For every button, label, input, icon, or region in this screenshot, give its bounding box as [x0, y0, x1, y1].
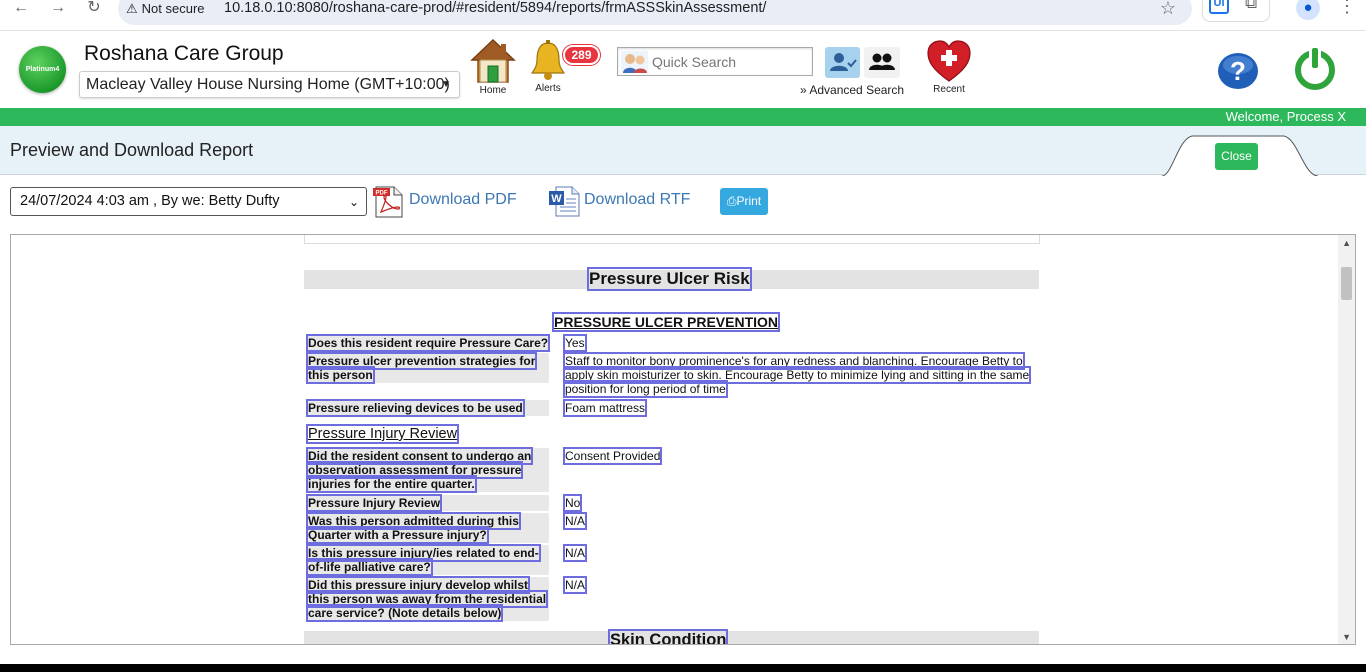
- address-bar[interactable]: ⚠ Not secure 10.18.0.10:8080/roshana-care…: [118, 0, 1192, 25]
- question-text: Pressure Injury Review: [305, 494, 443, 512]
- print-button[interactable]: ⎙Print: [720, 188, 768, 215]
- advanced-search-link[interactable]: » Advanced Search: [800, 83, 904, 97]
- answer-text: Consent Provided: [562, 447, 663, 465]
- help-icon[interactable]: ?: [1216, 47, 1260, 91]
- security-label: Not secure: [141, 1, 205, 16]
- facility-value: Macleay Valley House Nursing Home (GMT+1…: [86, 76, 450, 93]
- question-text: Pressure relieving devices to be used: [306, 399, 525, 417]
- security-indicator[interactable]: ⚠ Not secure: [126, 0, 205, 17]
- app-header: Platinum4 Roshana Care Group Macleay Val…: [0, 31, 1366, 108]
- question-text: Did the resident consent to undergo an: [305, 447, 534, 465]
- question-text: this person was away from the residentia…: [305, 590, 549, 608]
- advanced-search-label: Advanced Search: [809, 83, 905, 97]
- printer-icon: ⎙: [726, 194, 737, 208]
- home-icon: [470, 38, 516, 83]
- profile-icon[interactable]: ●: [1296, 0, 1320, 20]
- reload-icon[interactable]: ↻: [83, 0, 105, 18]
- caret-down-icon: ▼: [441, 79, 451, 90]
- page-title: Preview and Download Report: [10, 140, 254, 160]
- subsection-title: PRESSURE ULCER PREVENTION: [551, 312, 781, 332]
- section-title: Pressure Ulcer Risk: [587, 267, 752, 291]
- question-text: Quarter with a Pressure injury?: [306, 526, 489, 544]
- scroll-up-arrow-icon[interactable]: ▲: [1342, 238, 1351, 248]
- warning-icon: ⚠: [126, 1, 138, 16]
- download-rtf-link[interactable]: Download RTF: [584, 191, 690, 209]
- scrollbar-thumb[interactable]: [1341, 267, 1352, 300]
- alerts-button[interactable]: Alerts: [528, 40, 568, 94]
- browser-menu-icon[interactable]: ⋮: [1338, 0, 1356, 17]
- question-text: of-life palliative care?: [306, 558, 433, 576]
- question-text: injuries for the entire quarter.: [306, 475, 477, 493]
- chevron-down-icon: ⌄: [348, 195, 359, 209]
- users-group-icon: [869, 53, 895, 70]
- quick-search-box[interactable]: [617, 47, 813, 76]
- recent-label: Recent: [933, 84, 965, 95]
- group-search-button[interactable]: [864, 47, 900, 78]
- person-check-icon: [830, 53, 857, 71]
- residents-avatar-icon: [621, 51, 648, 73]
- report-preview-frame[interactable]: Pressure Ulcer Risk PRESSURE ULCER PREVE…: [10, 234, 1356, 645]
- question-text: Does this resident require Pressure Care…: [305, 334, 551, 352]
- alerts-count-badge[interactable]: 289: [563, 45, 600, 65]
- answer-text: Yes: [563, 334, 587, 352]
- home-button[interactable]: Home: [468, 38, 518, 96]
- question-text: Is this pressure injury/ies related to e…: [306, 544, 541, 562]
- page-title-bar: Preview and Download Report: [0, 126, 1366, 176]
- report-version-value: 24/07/2024 4:03 am , By we: Betty Dufty: [20, 193, 280, 209]
- recent-button[interactable]: Recent: [922, 39, 976, 95]
- report-scrollbar[interactable]: ▲ ▼: [1338, 235, 1355, 644]
- question-text: Was this person admitted during this: [306, 512, 521, 530]
- alerts-label: Alerts: [535, 83, 561, 94]
- answer-text: apply skin moisturizer to skin. Encourag…: [562, 366, 1032, 384]
- answer-text: N/A: [562, 576, 588, 594]
- close-button[interactable]: Close: [1215, 143, 1258, 170]
- uipath-extension-icon[interactable]: Ui: [1209, 0, 1229, 14]
- question-text: Did this pressure injury develop whilst: [305, 576, 531, 594]
- answer-text: Staff to monitor bony prominence's for a…: [563, 352, 1025, 370]
- browser-toolbar: ← → ↻ ⚠ Not secure 10.18.0.10:8080/roshan…: [0, 0, 1366, 31]
- back-icon[interactable]: ←: [10, 0, 32, 18]
- heart-plus-icon: [927, 40, 971, 82]
- answer-text: position for long period of time: [563, 380, 728, 398]
- word-file-icon[interactable]: W: [548, 185, 581, 217]
- question-text: this person: [306, 366, 375, 384]
- svg-text:W: W: [551, 193, 562, 205]
- organization-name: Roshana Care Group: [84, 42, 284, 65]
- answer-text: No: [562, 494, 583, 512]
- question-text: care service? (Note details below): [305, 604, 504, 622]
- home-label: Home: [479, 85, 507, 96]
- power-icon[interactable]: [1294, 44, 1336, 92]
- print-label: Print: [736, 194, 762, 208]
- bookmark-star-icon[interactable]: ☆: [1160, 0, 1176, 19]
- report-version-select[interactable]: 24/07/2024 4:03 am , By we: Betty Dufty …: [10, 187, 367, 216]
- url-text[interactable]: 10.18.0.10:8080/roshana-care-prod/#resid…: [224, 0, 766, 17]
- select-resident-button[interactable]: [825, 47, 860, 78]
- extensions-puzzle-icon[interactable]: ⧉: [1245, 0, 1257, 13]
- section-title: Skin Condition: [607, 629, 729, 644]
- answer-text: N/A: [562, 544, 588, 562]
- pdf-file-icon[interactable]: PDF: [372, 185, 405, 218]
- previous-section-tail: [304, 235, 1040, 244]
- download-pdf-link[interactable]: Download PDF: [409, 191, 517, 209]
- welcome-text: Welcome, Process X: [1225, 109, 1346, 124]
- injury-review-heading: Pressure Injury Review: [305, 424, 460, 444]
- platinum-logo[interactable]: Platinum4: [19, 46, 66, 93]
- double-chevron-icon: »: [800, 83, 810, 97]
- taskbar-strip: [0, 664, 1366, 672]
- quick-search-input[interactable]: [652, 51, 808, 73]
- svg-text:?: ?: [1230, 56, 1246, 86]
- question-text: observation assessment for pressure: [305, 461, 524, 479]
- answer-text: N/A: [562, 512, 588, 530]
- scroll-down-arrow-icon[interactable]: ▼: [1342, 632, 1351, 642]
- question-text: Pressure ulcer prevention strategies for: [305, 352, 538, 370]
- bell-icon: [531, 40, 565, 80]
- facility-select[interactable]: Macleay Valley House Nursing Home (GMT+1…: [79, 71, 460, 98]
- welcome-bar: Welcome, Process X: [0, 108, 1366, 126]
- extensions-group: Ui ⧉: [1202, 0, 1270, 22]
- answer-text: Foam mattress: [562, 399, 648, 417]
- forward-icon[interactable]: →: [47, 0, 69, 18]
